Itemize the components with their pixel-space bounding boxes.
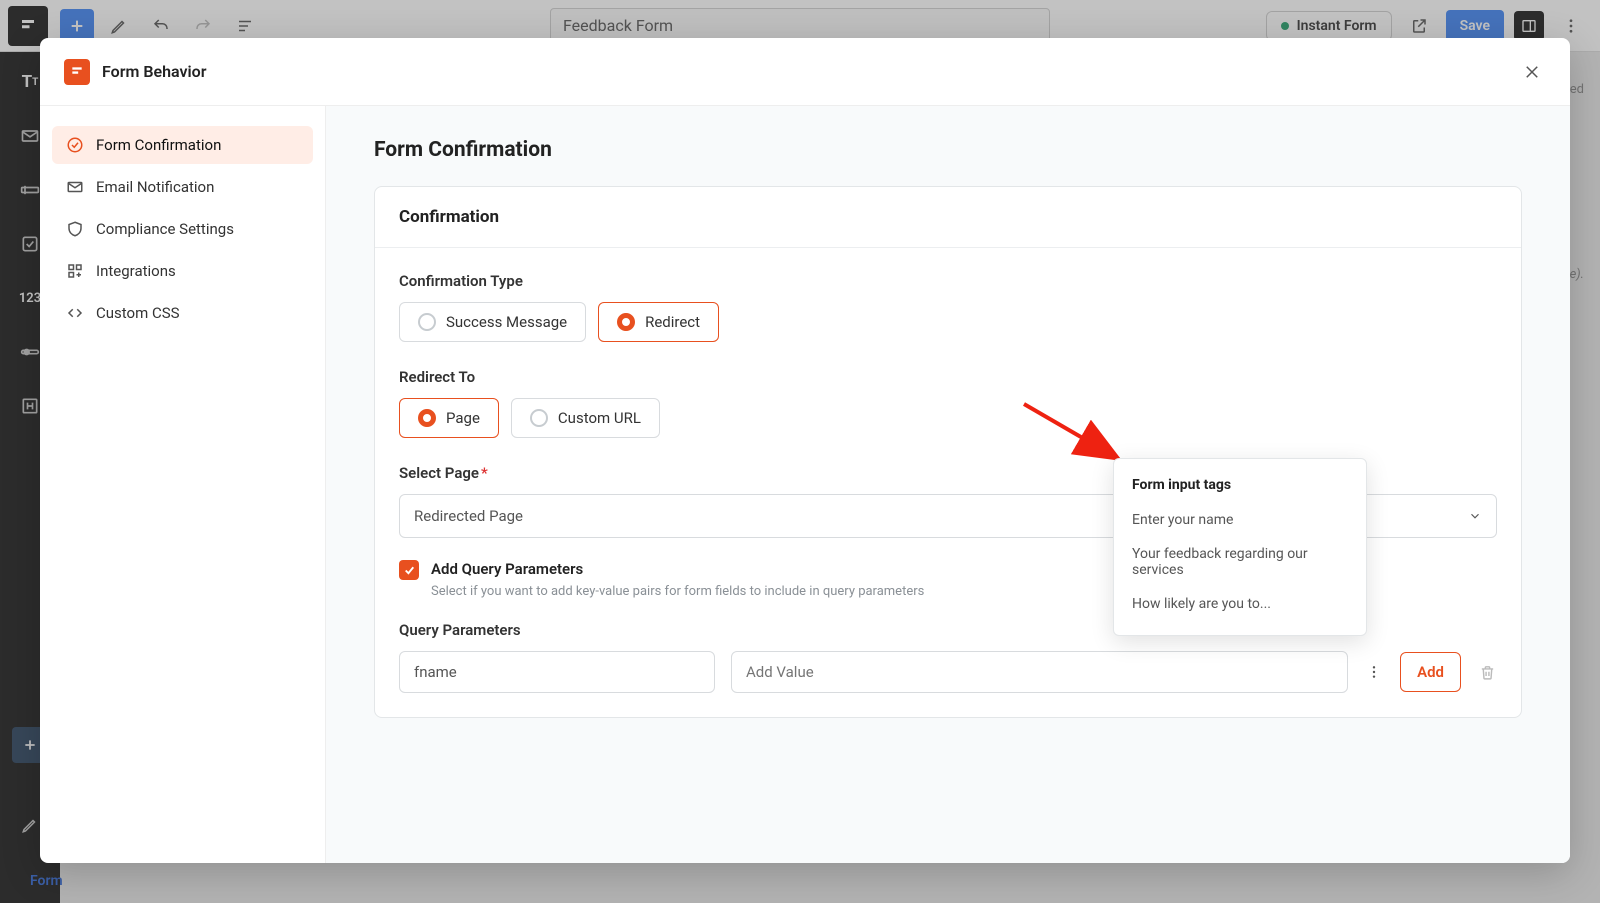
sidebar-item-label: Form Confirmation [96,136,221,154]
radio-custom-url[interactable]: Custom URL [511,398,660,438]
popover-item[interactable]: Enter your name [1114,503,1366,537]
radio-success-message[interactable]: Success Message [399,302,586,342]
radio-label: Page [446,409,480,427]
add-query-checkbox[interactable] [399,560,419,580]
modal-logo-icon [64,59,90,85]
radio-label: Success Message [446,313,567,331]
mail-icon [66,178,84,196]
sidebar-item-email-notification[interactable]: Email Notification [52,168,313,206]
radio-redirect[interactable]: Redirect [598,302,719,342]
code-icon [66,304,84,322]
radio-page[interactable]: Page [399,398,499,438]
redirect-to-label: Redirect To [399,368,1497,386]
radio-label: Custom URL [558,409,641,427]
modal-content: Form Confirmation Confirmation Confirmat… [326,106,1570,863]
delete-icon[interactable] [1477,664,1497,681]
sidebar-item-label: Email Notification [96,178,214,196]
required-indicator: * [481,464,488,482]
radio-icon [418,409,436,427]
popover-item[interactable]: Your feedback regarding our services [1114,537,1366,587]
sidebar-item-label: Compliance Settings [96,220,234,238]
radio-icon [617,313,635,331]
confirmation-type-label: Confirmation Type [399,272,1497,290]
form-input-tags-popover: Form input tags Enter your name Your fee… [1113,458,1367,636]
modal-header: Form Behavior [40,38,1570,106]
confirmation-card: Confirmation Confirmation Type Success M… [374,186,1522,718]
grid-icon [66,262,84,280]
radio-label: Redirect [645,313,700,331]
chevron-down-icon [1468,509,1482,523]
param-value-input[interactable] [731,651,1348,693]
modal-sidebar: Form Confirmation Email Notification Com… [40,106,326,863]
popover-title: Form input tags [1114,473,1366,503]
sidebar-item-label: Integrations [96,262,176,280]
radio-icon [418,313,436,331]
card-title: Confirmation [375,187,1521,248]
add-query-label: Add Query Parameters [431,560,583,578]
modal-title: Form Behavior [102,62,206,81]
sidebar-item-form-confirmation[interactable]: Form Confirmation [52,126,313,164]
param-key-input[interactable] [399,651,715,693]
sidebar-item-label: Custom CSS [96,304,180,322]
radio-icon [530,409,548,427]
add-button[interactable]: Add [1400,652,1461,692]
popover-item[interactable]: How likely are you to... [1114,587,1366,621]
shield-icon [66,220,84,238]
section-title: Form Confirmation [374,138,1522,162]
sidebar-item-custom-css[interactable]: Custom CSS [52,294,313,332]
param-options-icon[interactable] [1364,664,1384,680]
select-page-value: Redirected Page [414,507,523,525]
close-icon[interactable] [1518,58,1546,86]
form-behavior-modal: Form Behavior Form Confirmation Email No… [40,38,1570,863]
check-circle-icon [66,136,84,154]
sidebar-item-compliance-settings[interactable]: Compliance Settings [52,210,313,248]
sidebar-item-integrations[interactable]: Integrations [52,252,313,290]
